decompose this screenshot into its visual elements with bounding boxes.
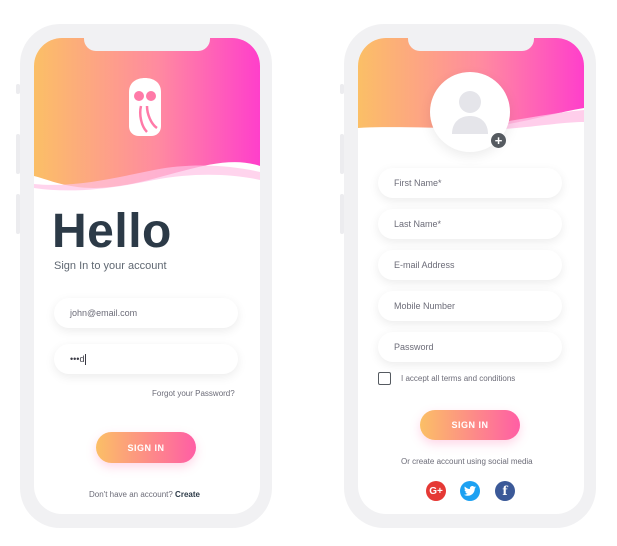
twitter-icon[interactable] bbox=[460, 481, 480, 501]
terms-label: I accept all terms and conditions bbox=[401, 374, 516, 383]
side-button bbox=[340, 134, 344, 174]
login-signin-button[interactable]: SIGN IN bbox=[96, 432, 196, 463]
login-title: Hello bbox=[52, 205, 172, 258]
mobile-placeholder: Mobile Number bbox=[394, 301, 456, 311]
side-button bbox=[340, 84, 344, 94]
owl-logo-icon bbox=[129, 78, 161, 136]
terms-checkbox[interactable] bbox=[378, 372, 391, 385]
email-input[interactable]: john@email.com bbox=[54, 298, 238, 328]
side-button bbox=[16, 194, 20, 234]
last-name-field[interactable]: Last Name* bbox=[378, 209, 562, 239]
mobile-field[interactable]: Mobile Number bbox=[378, 291, 562, 321]
password-placeholder: Password bbox=[394, 342, 434, 352]
side-button bbox=[16, 134, 20, 174]
last-name-placeholder: Last Name* bbox=[394, 219, 442, 229]
facebook-icon[interactable]: f bbox=[495, 481, 515, 501]
no-account-text: Don't have an account? Create bbox=[89, 490, 200, 499]
create-account-link[interactable]: Create bbox=[175, 490, 200, 499]
signup-signin-button[interactable]: SIGN IN bbox=[420, 410, 520, 440]
email-input-value: john@email.com bbox=[70, 308, 138, 318]
login-screen: Hello Sign In to your account john@email… bbox=[34, 38, 260, 514]
password-field[interactable]: Password bbox=[378, 332, 562, 362]
text-cursor bbox=[85, 353, 87, 365]
signup-screen: + First Name* Last Name* E-mail Address … bbox=[358, 38, 584, 514]
first-name-field[interactable]: First Name* bbox=[378, 168, 562, 198]
google-plus-icon[interactable]: G+ bbox=[426, 481, 446, 501]
password-input-value: •••d bbox=[70, 354, 85, 364]
phone-notch bbox=[408, 38, 534, 51]
side-button bbox=[340, 194, 344, 234]
social-text: Or create account using social media bbox=[401, 457, 533, 466]
first-name-placeholder: First Name* bbox=[394, 178, 442, 188]
email-placeholder: E-mail Address bbox=[394, 260, 455, 270]
email-field[interactable]: E-mail Address bbox=[378, 250, 562, 280]
side-button bbox=[16, 84, 20, 94]
password-input[interactable]: •••d bbox=[54, 344, 238, 374]
forgot-password-link[interactable]: Forgot your Password? bbox=[152, 389, 235, 398]
login-subtitle: Sign In to your account bbox=[54, 260, 167, 272]
add-photo-icon[interactable]: + bbox=[491, 133, 506, 148]
no-account-label: Don't have an account? bbox=[89, 490, 173, 499]
phone-notch bbox=[84, 38, 210, 51]
